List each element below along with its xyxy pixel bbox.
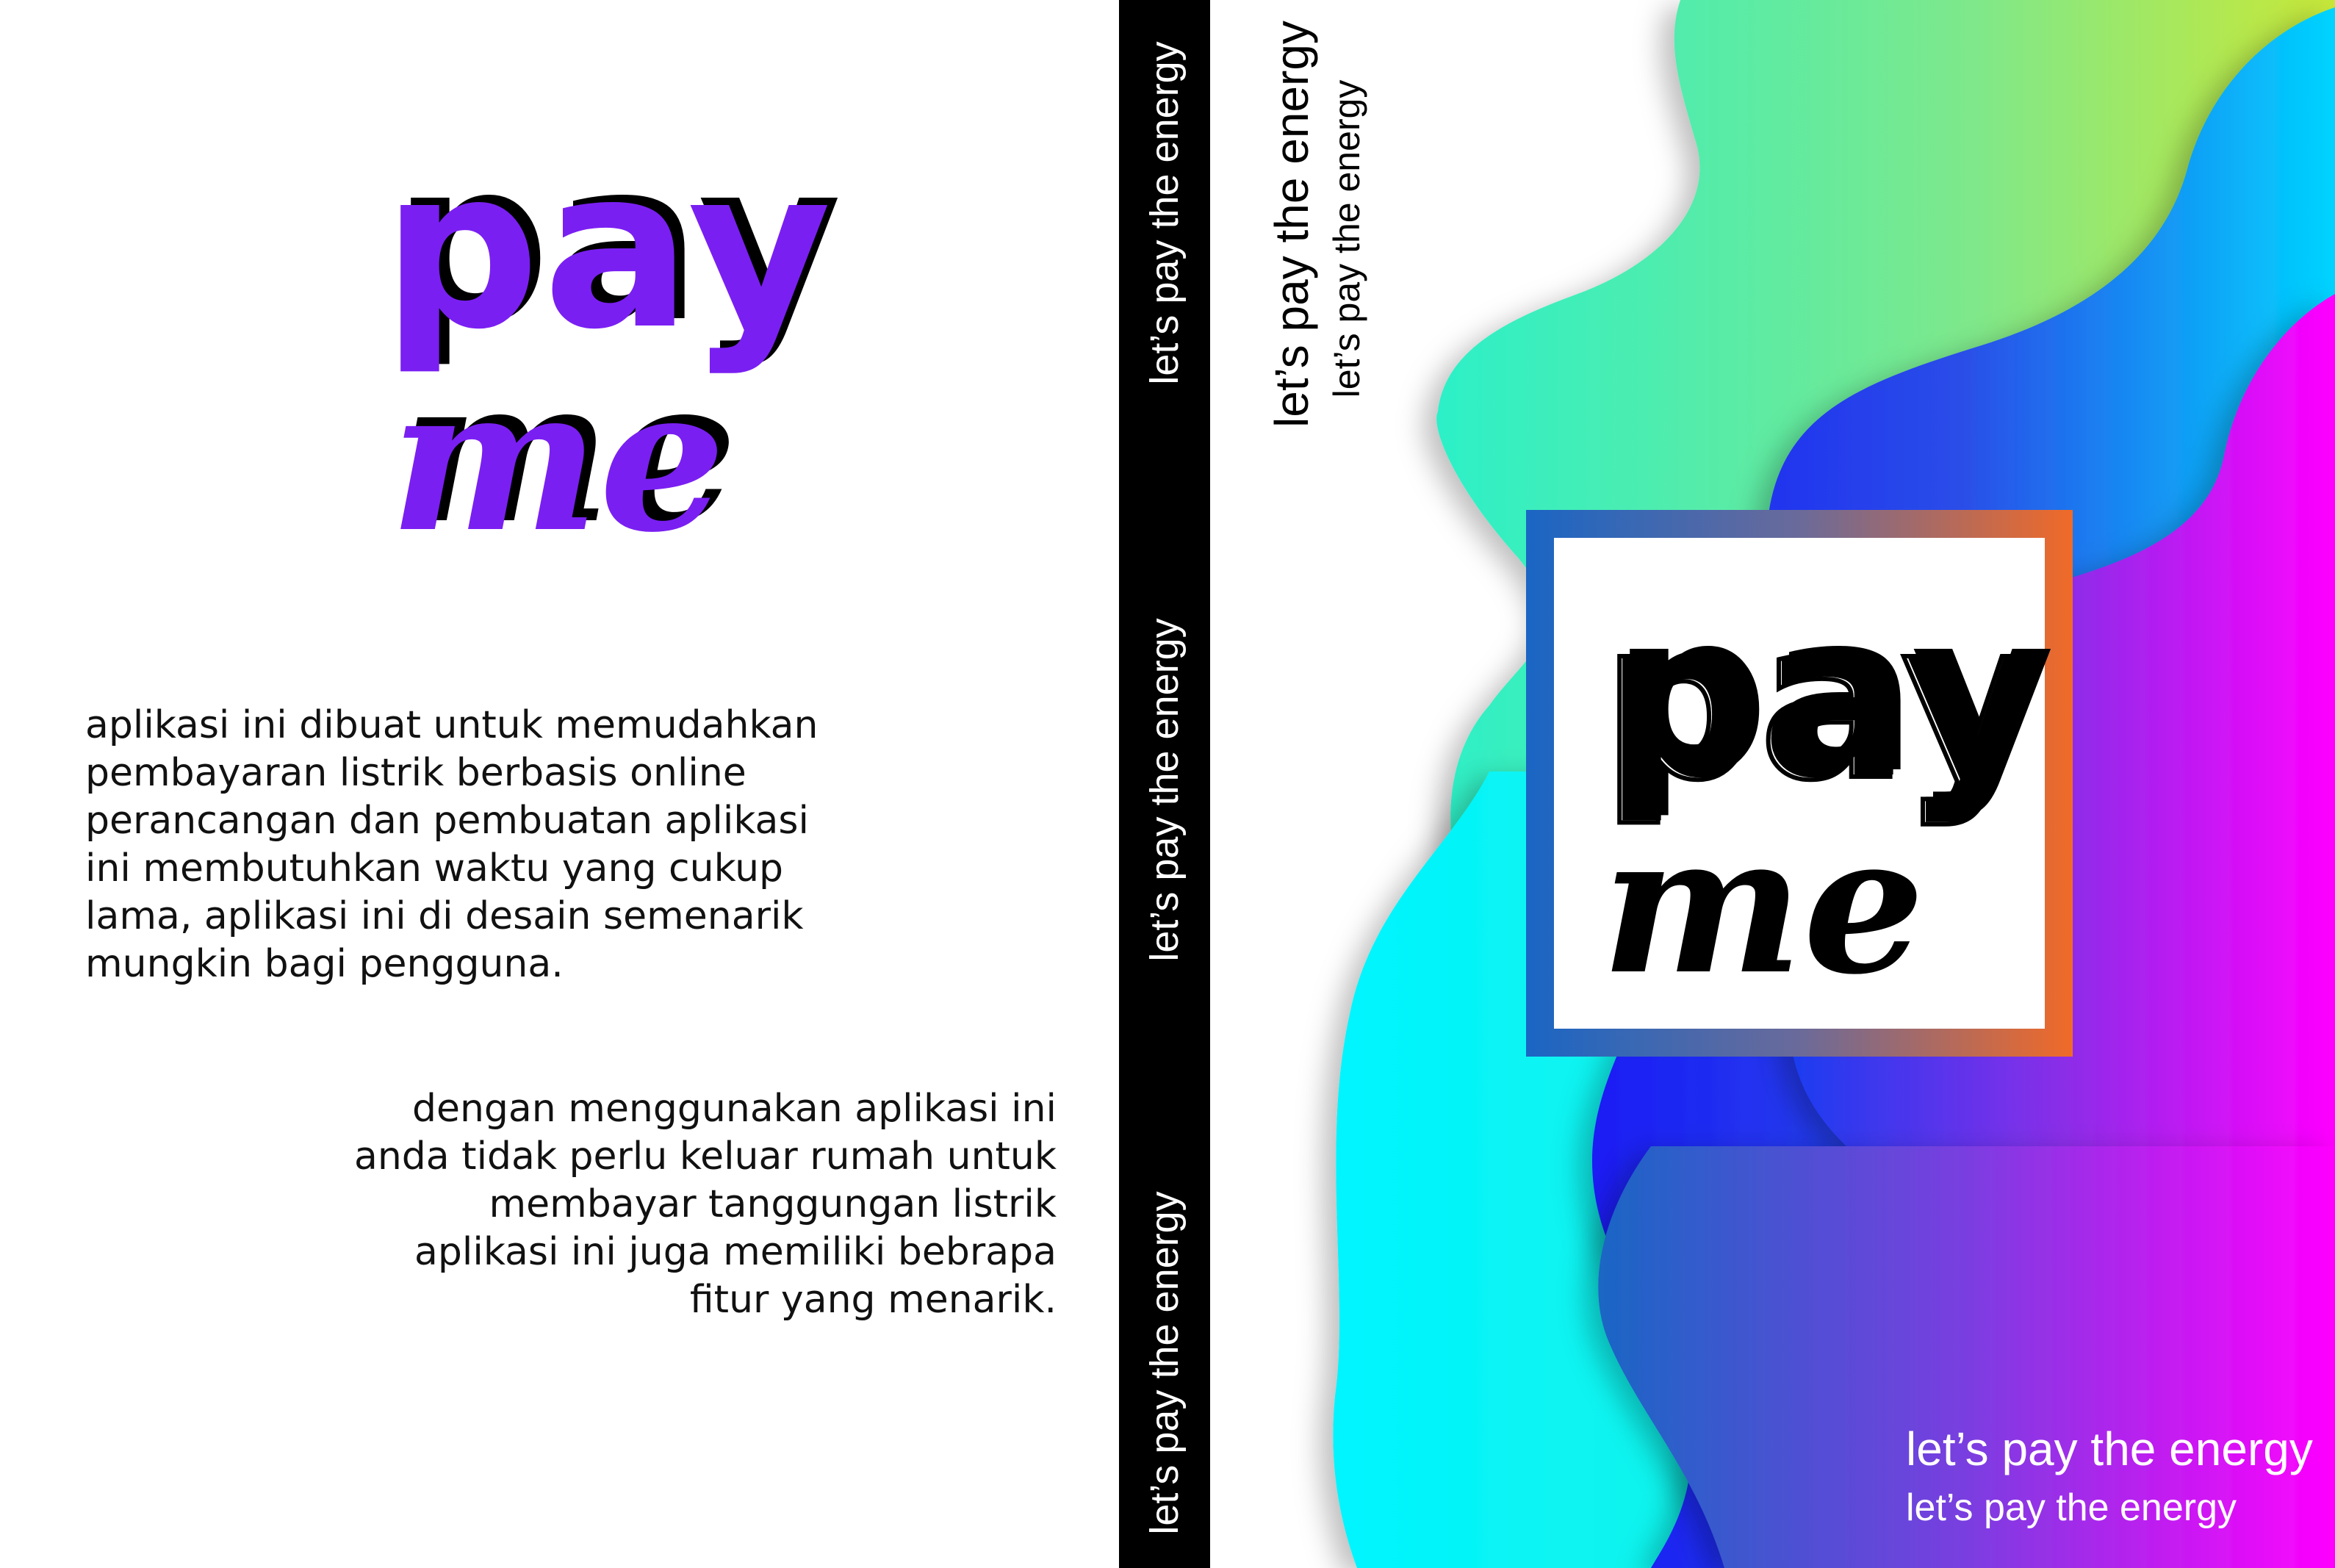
front-vertical-tagline-large: let’s pay the energy (1265, 21, 1318, 428)
paragraph-line: fitur yang menarik. (689, 1278, 1057, 1322)
paragraph-line: aplikasi ini dibuat untuk memudahkan (85, 703, 818, 747)
front-bottom-tagline-large: let’s pay the energy (1906, 1423, 2313, 1475)
paragraph-line: ini membutuhkan waktu yang cukup (85, 846, 784, 891)
book-spine: let’s pay the energy let’s pay the energ… (1119, 0, 1210, 1568)
back-description-paragraph-1: aplikasi ini dibuat untuk memudahkan pem… (85, 702, 952, 988)
front-logo-panel: pay pay pay me (1554, 538, 2055, 1029)
paragraph-line: aplikasi ini juga memiliki bebrapa (414, 1230, 1057, 1274)
back-description-paragraph-2: dengan menggunakan aplikasi ini anda tid… (220, 1085, 1057, 1324)
spine-tagline: let’s pay the energy (1143, 41, 1187, 385)
paragraph-line: dengan menggunakan aplikasi ini (411, 1087, 1057, 1131)
paragraph-line: membayar tanggungan listrik (489, 1182, 1057, 1226)
spine-tagline: let’s pay the energy (1143, 1191, 1187, 1535)
book-cover: pay pay me me aplikasi ini dibuat untuk … (0, 0, 2335, 1568)
paragraph-line: perancangan dan pembuatan aplikasi (85, 799, 809, 843)
paragraph-line: mungkin bagi pengguna. (85, 942, 564, 986)
front-vertical-tagline-small: let’s pay the energy (1326, 79, 1367, 398)
spine-tagline: let’s pay the energy (1143, 618, 1187, 962)
back-logo: pay pay me me (382, 114, 845, 576)
paragraph-line: lama, aplikasi ini di desain semenarik (85, 894, 804, 938)
paragraph-line: pembayaran listrik berbasis online (85, 751, 746, 795)
front-bottom-tagline-small: let’s pay the energy (1906, 1486, 2237, 1529)
front-logo-frame: pay pay pay me (1526, 510, 2073, 1057)
paragraph-line: anda tidak perlu keluar rumah untuk (353, 1134, 1057, 1179)
